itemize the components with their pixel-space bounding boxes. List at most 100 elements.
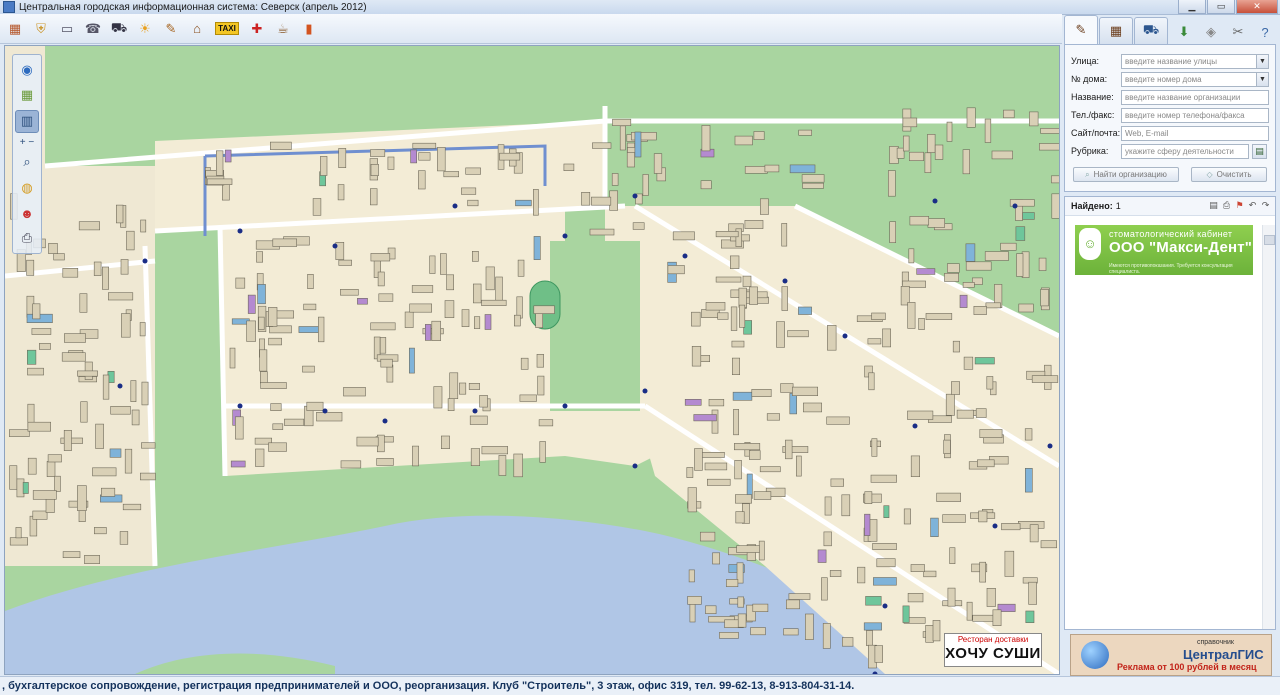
- list-icon[interactable]: ▤: [1208, 200, 1219, 211]
- result-subtitle: стоматологический кабинет: [1109, 229, 1233, 239]
- zoom-icon[interactable]: ⌕: [16, 152, 38, 173]
- transit-stop-marker[interactable]: [562, 403, 568, 409]
- map-building: [701, 125, 711, 152]
- results-scrollbar[interactable]: [1262, 225, 1275, 629]
- centralgis-small: справочник: [1197, 639, 1234, 646]
- transit-stop-marker[interactable]: [237, 403, 243, 409]
- transit-stop-marker[interactable]: [1012, 203, 1018, 209]
- transit-stop-marker[interactable]: [472, 408, 478, 414]
- sushi-ad[interactable]: Ресторан доставки ХОЧУ СУШИ: [944, 633, 1042, 667]
- map-building: [38, 343, 51, 350]
- transit-stop-marker[interactable]: [142, 258, 148, 264]
- phone-book-icon[interactable]: ☎: [82, 18, 104, 40]
- city-view-icon[interactable]: ▥: [15, 109, 39, 133]
- map-canvas[interactable]: [5, 46, 1059, 674]
- print-icon[interactable]: ⎙: [1221, 200, 1232, 211]
- transit-stop-marker[interactable]: [322, 408, 328, 414]
- transit-stop-marker[interactable]: [332, 243, 338, 249]
- map-building: [626, 142, 635, 168]
- transport-icon[interactable]: ⛟: [108, 18, 130, 40]
- map-building: [440, 253, 447, 275]
- map-building: [409, 303, 433, 313]
- transit-stop-marker[interactable]: [117, 383, 123, 389]
- weather-icon[interactable]: ☀: [134, 18, 156, 40]
- medical-icon[interactable]: ✚: [246, 18, 268, 40]
- map-building: [667, 265, 685, 275]
- map-building: [735, 494, 752, 504]
- transit-stop-marker[interactable]: [882, 603, 888, 609]
- phone-field[interactable]: введите номер телефона/факса: [1121, 107, 1269, 123]
- search-org-icon[interactable]: ✎: [1064, 15, 1098, 44]
- chevron-down-icon[interactable]: ▼: [1256, 72, 1268, 86]
- taxi-icon[interactable]: TAXI: [212, 18, 242, 40]
- map-building: [513, 314, 521, 327]
- transit-stop-marker[interactable]: [912, 423, 918, 429]
- transit-stop-marker[interactable]: [782, 278, 788, 284]
- clear-button[interactable]: ◇ Очистить: [1191, 167, 1267, 182]
- transit-stop-marker[interactable]: [682, 253, 688, 259]
- city-gis-icon[interactable]: ▦: [4, 18, 26, 40]
- tools-icon[interactable]: ✂: [1226, 20, 1250, 44]
- person-icon[interactable]: ☻: [16, 202, 38, 223]
- undo-icon[interactable]: ↶: [1247, 200, 1258, 211]
- transit-stop-marker[interactable]: [842, 333, 848, 339]
- transit-stop-marker[interactable]: [642, 388, 648, 394]
- chevron-down-icon[interactable]: ▼: [1256, 54, 1268, 68]
- close-button[interactable]: ✕: [1236, 0, 1278, 14]
- transit-stop-marker[interactable]: [632, 463, 638, 469]
- transit-stop-marker[interactable]: [1047, 443, 1053, 449]
- rubric-row: Рубрика: укажите сферу деятельности ▤: [1071, 143, 1267, 159]
- map-building: [751, 388, 772, 397]
- globe-icon[interactable]: ◉: [16, 59, 38, 80]
- transit-stop-marker[interactable]: [452, 203, 458, 209]
- street-field[interactable]: введите название улицы ▼: [1121, 53, 1269, 69]
- map-building: [985, 302, 1001, 309]
- house-icon[interactable]: ⌂: [186, 18, 208, 40]
- transit-stop-marker[interactable]: [382, 418, 388, 424]
- maximize-button[interactable]: ▭: [1207, 0, 1235, 14]
- site-field[interactable]: Web, E-mail: [1121, 125, 1269, 141]
- map-building: [789, 164, 816, 174]
- city-map[interactable]: [4, 45, 1060, 675]
- flag-icon[interactable]: ⚑: [1234, 200, 1245, 211]
- rubric-field[interactable]: укажите сферу деятельности: [1121, 143, 1249, 159]
- transit-stop-marker[interactable]: [562, 233, 568, 239]
- pen-edit-icon[interactable]: ✎: [160, 18, 182, 40]
- print-icon[interactable]: ⎙: [16, 228, 38, 249]
- map-building: [902, 605, 910, 623]
- transit-stop-marker[interactable]: [632, 193, 638, 199]
- card-icon[interactable]: ▮: [298, 18, 320, 40]
- download-icon[interactable]: ⬇: [1172, 20, 1196, 44]
- transit-stop-marker[interactable]: [932, 198, 938, 204]
- map-building: [120, 259, 129, 275]
- zoom-plus-minus[interactable]: + −: [20, 137, 34, 148]
- result-item-maxident[interactable]: ☺ стоматологический кабинет ООО "Макси-Д…: [1075, 225, 1253, 275]
- tooth-icon: ☺: [1079, 228, 1101, 260]
- help-icon[interactable]: ?: [1253, 20, 1277, 44]
- redo-icon[interactable]: ↷: [1260, 200, 1271, 211]
- map-building: [379, 337, 387, 354]
- centralgis-banner[interactable]: справочник ЦентралГИС Реклама от 100 руб…: [1070, 634, 1272, 676]
- bus-icon[interactable]: ▭: [56, 18, 78, 40]
- cafe-icon[interactable]: ☕: [272, 18, 294, 40]
- house-field[interactable]: введите номер дома ▼: [1121, 71, 1269, 87]
- eraser-icon[interactable]: ◈: [1199, 20, 1223, 44]
- rubric-picker-icon[interactable]: ▤: [1252, 143, 1267, 159]
- layers-icon[interactable]: ▦: [16, 84, 38, 105]
- eraser-icon: ◇: [1206, 170, 1213, 179]
- map-search-icon[interactable]: ▦: [1099, 17, 1133, 44]
- transit-stop-marker[interactable]: [992, 523, 998, 529]
- ruler-icon[interactable]: ◍: [16, 177, 38, 198]
- transit-stop-marker[interactable]: [237, 228, 243, 234]
- scroll-thumb[interactable]: [1264, 235, 1275, 245]
- coat-of-arms-icon[interactable]: ⛨: [30, 18, 52, 40]
- map-building: [79, 293, 88, 313]
- map-building: [975, 408, 987, 418]
- map-building: [581, 192, 591, 206]
- find-organization-button[interactable]: ⌕ Найти организацию: [1073, 167, 1179, 182]
- map-building: [691, 311, 701, 327]
- transport-tab-icon[interactable]: ⛟: [1134, 17, 1168, 44]
- map-building: [735, 511, 745, 524]
- name-field[interactable]: введите название организации: [1121, 89, 1269, 105]
- minimize-button[interactable]: ▁: [1178, 0, 1206, 14]
